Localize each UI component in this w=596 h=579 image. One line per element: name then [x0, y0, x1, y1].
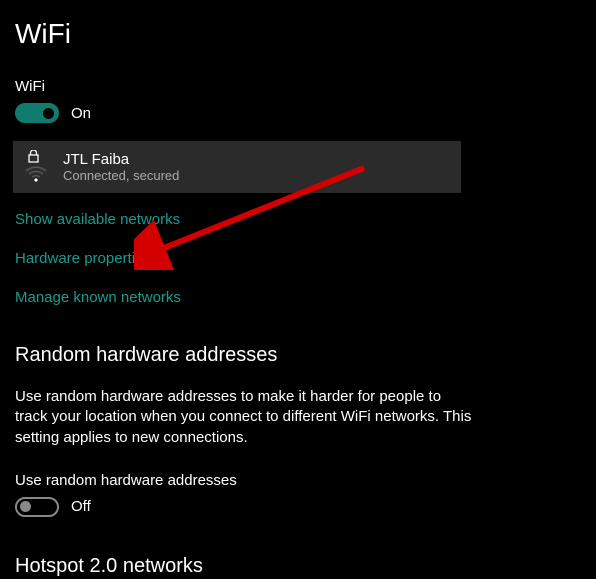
hotspot-heading: Hotspot 2.0 networks [15, 555, 581, 578]
random-hardware-toggle[interactable] [15, 497, 59, 517]
wifi-toggle-state: On [71, 105, 91, 122]
hardware-properties-link[interactable]: Hardware properties [15, 250, 581, 267]
random-hardware-heading: Random hardware addresses [15, 344, 581, 367]
page-title: WiFi [15, 18, 581, 50]
wifi-secured-icon [25, 152, 49, 182]
show-available-networks-link[interactable]: Show available networks [15, 211, 581, 228]
network-name: JTL Faiba [63, 151, 179, 168]
connected-network-card[interactable]: JTL Faiba Connected, secured [13, 141, 461, 193]
random-hardware-toggle-label: Use random hardware addresses [15, 472, 581, 489]
random-hardware-toggle-state: Off [71, 498, 91, 515]
wifi-toggle[interactable] [15, 103, 59, 123]
wifi-section-label: WiFi [15, 78, 581, 95]
network-status: Connected, secured [63, 168, 179, 183]
manage-known-networks-link[interactable]: Manage known networks [15, 289, 581, 306]
random-hardware-description: Use random hardware addresses to make it… [15, 387, 475, 448]
